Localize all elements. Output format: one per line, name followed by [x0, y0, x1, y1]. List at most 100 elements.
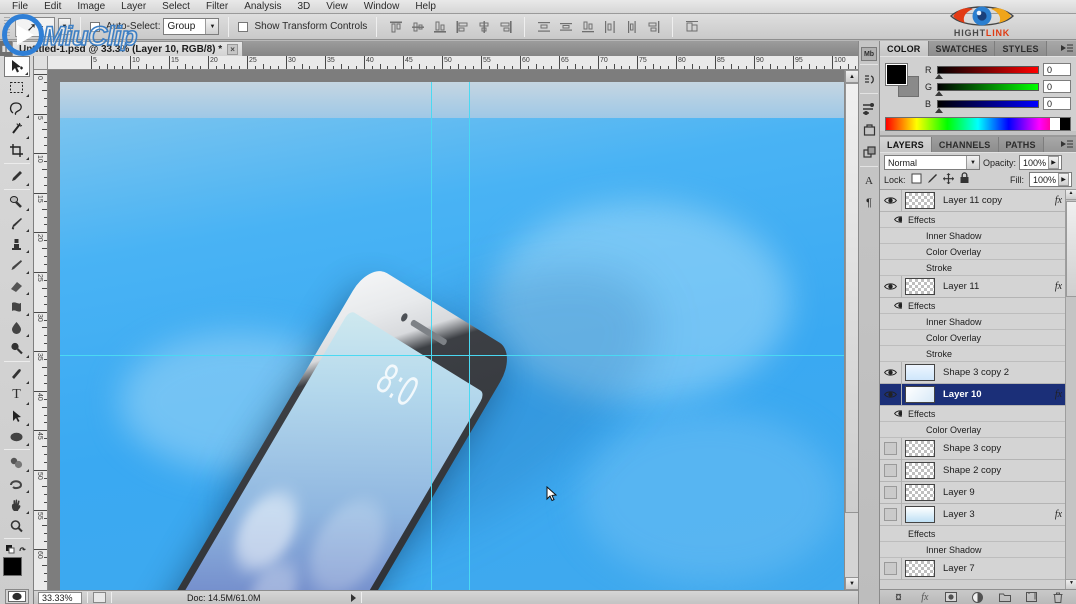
lasso-tool[interactable]	[4, 98, 30, 119]
layer-visibility-toggle[interactable]	[880, 459, 902, 482]
layer-effect-item[interactable]: Inner Shadow	[880, 228, 1076, 244]
tab-channels[interactable]: CHANNELS	[931, 137, 999, 152]
new-group-button[interactable]	[998, 591, 1012, 604]
canvas-vertical-scrollbar[interactable]: ▲ ▼	[844, 70, 859, 590]
color-panel-menu-icon[interactable]	[1060, 43, 1073, 54]
color-panel-foreground-swatch[interactable]	[885, 63, 908, 86]
blue-slider-knob[interactable]	[935, 107, 943, 113]
layer-list[interactable]: Layer 11 copy fx ▲ Effects Inner Shadow Color…	[880, 189, 1076, 589]
canvas-scroll-area[interactable]: 8:0	[48, 70, 848, 590]
blur-tool[interactable]	[4, 317, 30, 338]
layer-fx-badge[interactable]: fx	[1055, 389, 1062, 400]
layer-thumbnail[interactable]	[905, 278, 935, 295]
layers-scrollbar[interactable]: ▲ ▼	[1065, 190, 1076, 589]
red-slider-track[interactable]	[935, 65, 1039, 79]
color-spectrum-ramp[interactable]	[885, 117, 1071, 131]
layer-fx-badge[interactable]: fx	[1055, 281, 1062, 292]
paragraph-icon[interactable]: ¶	[859, 192, 879, 214]
character-icon[interactable]: A	[859, 170, 879, 192]
status-menu-arrow-icon[interactable]	[350, 593, 356, 602]
current-tool-preview[interactable]: ➚ +	[15, 16, 55, 37]
layer-effect-item[interactable]: Stroke	[880, 346, 1076, 362]
history-brush-tool[interactable]	[4, 254, 30, 275]
menu-help[interactable]: Help	[407, 0, 444, 13]
layer-thumbnail[interactable]	[905, 440, 935, 457]
fill-stepper-icon[interactable]: ▶	[1058, 173, 1069, 186]
layer-thumbnail[interactable]	[905, 364, 935, 381]
clone-stamp-tool[interactable]	[4, 233, 30, 254]
layer-effect-item[interactable]: Stroke	[880, 260, 1076, 276]
tab-swatches[interactable]: SWATCHES	[928, 41, 996, 56]
layer-thumbnail[interactable]	[905, 484, 935, 501]
layer-effect-item[interactable]: Inner Shadow	[880, 314, 1076, 330]
close-icon[interactable]: ×	[227, 43, 239, 55]
layer-thumbnail[interactable]	[905, 506, 935, 523]
distribute-bottom-edges-button[interactable]	[578, 17, 597, 37]
tab-strip-grip[interactable]: ▮▮	[0, 41, 12, 56]
link-layers-button[interactable]	[891, 591, 905, 604]
layer-thumbnail[interactable]	[905, 462, 935, 479]
options-bar-grip[interactable]	[4, 16, 10, 37]
auto-align-layers-button[interactable]	[682, 17, 701, 37]
layer-thumbnail[interactable]	[905, 386, 935, 403]
spot-healing-brush-tool[interactable]	[4, 192, 30, 213]
guide-vertical-1[interactable]	[469, 82, 470, 590]
green-slider-knob[interactable]	[935, 90, 943, 96]
layer-row[interactable]: Layer 11fx▲	[880, 275, 1076, 298]
blue-slider-track[interactable]	[935, 99, 1039, 113]
layer-row[interactable]: Layer 3fx▲	[880, 503, 1076, 526]
auto-select-checkbox[interactable]	[90, 21, 100, 32]
fill-field[interactable]: 100% ▶	[1028, 172, 1072, 187]
styles-icon[interactable]	[859, 141, 879, 163]
eraser-tool[interactable]	[4, 275, 30, 296]
quick-mask-mode-button[interactable]	[4, 588, 29, 604]
menu-edit[interactable]: Edit	[36, 0, 69, 13]
delete-layer-button[interactable]	[1051, 591, 1065, 604]
new-layer-button[interactable]	[1024, 591, 1038, 604]
guide-vertical-2[interactable]	[431, 82, 432, 590]
distribute-horizontal-centers-button[interactable]	[622, 17, 641, 37]
horizontal-type-tool[interactable]: T	[4, 385, 30, 406]
blue-value-input[interactable]: 0	[1043, 97, 1071, 110]
masks-icon[interactable]	[859, 119, 879, 141]
rectangular-marquee-tool[interactable]	[4, 77, 30, 98]
align-horizontal-centers-button[interactable]	[474, 17, 493, 37]
path-selection-tool[interactable]	[4, 406, 30, 427]
menu-filter[interactable]: Filter	[198, 0, 236, 13]
layers-scroll-up-arrow[interactable]: ▲	[1066, 190, 1076, 200]
3d-object-rotate-tool[interactable]	[4, 452, 30, 473]
blend-mode-dropdown[interactable]: Normal ▼	[884, 155, 980, 170]
layer-row[interactable]: Layer 10fx▲	[880, 383, 1076, 406]
magic-wand-tool[interactable]	[4, 119, 30, 140]
align-bottom-edges-button[interactable]	[430, 17, 449, 37]
layer-visibility-toggle[interactable]	[880, 361, 902, 384]
3d-camera-rotate-tool[interactable]	[4, 473, 30, 494]
layer-effects-group[interactable]: Effects	[880, 406, 1076, 422]
pen-tool[interactable]	[4, 364, 30, 385]
layer-fx-badge[interactable]: fx	[1055, 195, 1062, 206]
menu-image[interactable]: Image	[69, 0, 113, 13]
opacity-field[interactable]: 100% ▶	[1019, 155, 1063, 170]
lock-all-icon[interactable]	[959, 172, 970, 187]
scroll-down-arrow[interactable]: ▼	[845, 577, 859, 590]
zoom-level-input[interactable]: 33.33%	[38, 591, 82, 604]
layer-effect-item[interactable]: Inner Shadow	[880, 542, 1076, 558]
add-layer-mask-button[interactable]	[944, 591, 958, 604]
tab-styles[interactable]: STYLES	[995, 41, 1047, 56]
red-slider-knob[interactable]	[935, 73, 943, 79]
layer-visibility-toggle[interactable]	[880, 481, 902, 504]
tool-preset-dropdown[interactable]: ▼	[58, 18, 71, 35]
ellipse-shape-tool[interactable]	[4, 427, 30, 448]
default-colors-and-swap-icon[interactable]	[4, 541, 30, 554]
menu-file[interactable]: File	[4, 0, 36, 13]
green-value-input[interactable]: 0	[1043, 80, 1071, 93]
layer-thumbnail[interactable]	[905, 192, 935, 209]
show-transform-controls-checkbox[interactable]	[238, 21, 249, 32]
menu-analysis[interactable]: Analysis	[236, 0, 289, 13]
layer-thumbnail[interactable]	[905, 560, 935, 577]
new-adjustment-layer-button[interactable]	[971, 591, 985, 604]
align-right-edges-button[interactable]	[496, 17, 515, 37]
move-tool[interactable]	[3, 56, 30, 77]
ruler-corner[interactable]	[34, 56, 48, 70]
distribute-top-edges-button[interactable]	[534, 17, 553, 37]
